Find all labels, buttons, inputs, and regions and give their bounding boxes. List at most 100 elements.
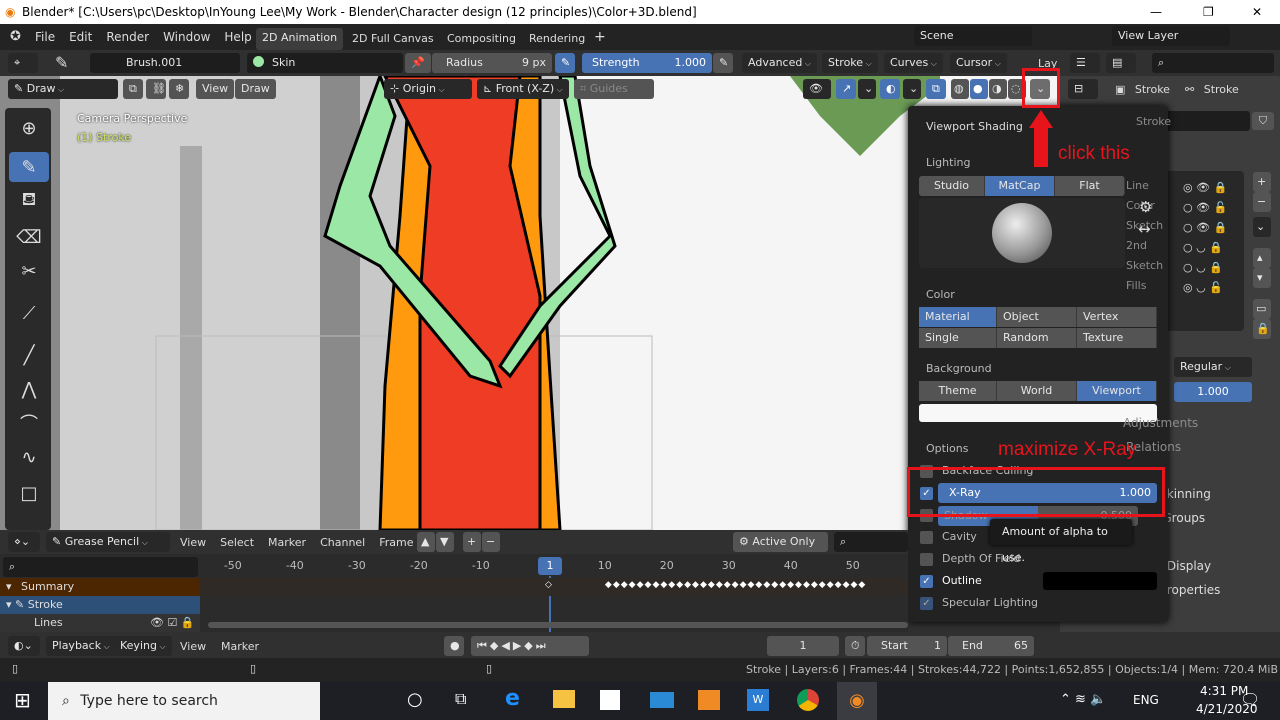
data-name-field-value[interactable]: Stroke xyxy=(1136,115,1171,128)
radius-pressure-icon[interactable]: ✎ xyxy=(555,53,575,73)
keying-dropdown[interactable]: Keying xyxy=(114,636,172,656)
record-button[interactable]: ● xyxy=(444,636,464,656)
menu-select[interactable]: Select xyxy=(220,536,254,549)
specular-lighting-checkbox[interactable]: ✓ Specular Lighting xyxy=(920,594,1038,612)
end-frame-field[interactable]: End 65 xyxy=(948,636,1034,656)
language-indicator[interactable]: ENG xyxy=(1133,693,1159,707)
cursor-tool-icon[interactable]: ⊕ xyxy=(9,113,49,143)
gizmo-toggle[interactable]: ↗ xyxy=(836,79,856,99)
display-mode-dropdown[interactable]: ☰ xyxy=(1070,53,1100,73)
minimize-button[interactable]: — xyxy=(1150,0,1162,24)
scene-field[interactable]: Scene xyxy=(914,26,1032,46)
brush-field[interactable]: Brush.001 xyxy=(90,53,240,73)
lines-visibility-icons[interactable]: 👁 ☑ 🔒 xyxy=(150,614,195,632)
start-frame-field[interactable]: Start 1 xyxy=(867,636,947,656)
layer-name-sketch-2[interactable]: Sketch xyxy=(1126,259,1163,272)
channel-stroke[interactable]: ▾ ✎ Stroke xyxy=(0,596,200,614)
matcap-preview[interactable] xyxy=(919,198,1125,268)
viewport[interactable] xyxy=(0,76,1060,530)
cavity-checkbox[interactable]: Cavity xyxy=(920,528,977,546)
line-tool-icon[interactable]: ╱ xyxy=(9,340,49,370)
move-layer-down-button[interactable]: ▾ xyxy=(1253,268,1271,288)
remove-keyframe-layer-button[interactable]: − xyxy=(482,532,500,552)
material-field[interactable]: Skin xyxy=(247,53,403,73)
grease-pencil-mode-dropdown[interactable]: ✎ Grease Pencil xyxy=(46,532,170,552)
layer-name-fills[interactable]: Fills xyxy=(1126,279,1146,292)
color-vertex[interactable]: Vertex xyxy=(1077,307,1157,327)
add-layer-button[interactable]: + xyxy=(1253,172,1271,192)
draw-tool-icon[interactable]: ✎ xyxy=(9,152,49,182)
outliner-search[interactable]: ⌕ xyxy=(1152,53,1274,73)
erase-tool-icon[interactable]: ⌫ xyxy=(9,222,49,252)
file-explorer-icon[interactable] xyxy=(553,690,575,708)
playback-view-menu[interactable]: View xyxy=(180,640,206,653)
channel-lines[interactable]: Lines 👁 ☑ 🔒 xyxy=(0,614,200,632)
outline-color-swatch[interactable] xyxy=(1043,572,1157,590)
menu-window[interactable]: Window xyxy=(163,30,210,44)
add-keyframe-layer-button[interactable]: + xyxy=(463,532,481,552)
lighting-studio[interactable]: Studio xyxy=(919,176,985,196)
strength-pressure-icon[interactable]: ✎ xyxy=(713,53,733,73)
maximize-button[interactable]: ❐ xyxy=(1203,0,1214,24)
layer-row-icons[interactable]: ◎ 👁 🔒 ○ 👁 🔓 ○ 👁 🔒 ○ ◡ 🔒 ○ ◡ 🔒 ◎ ◡ 🔓 xyxy=(1183,178,1227,298)
shading-material[interactable]: ◑ xyxy=(989,79,1007,99)
task-view-icon[interactable]: ⧉ xyxy=(455,689,466,709)
start-button[interactable]: ⊞ xyxy=(14,688,31,712)
curves-dropdown[interactable]: Curves xyxy=(884,53,943,73)
opacity-field[interactable]: 1.000 xyxy=(1174,382,1252,402)
notification-icon[interactable]: 🗨 xyxy=(1240,690,1260,709)
menu-view[interactable]: View xyxy=(180,536,206,549)
tab-2d-full-canvas[interactable]: 2D Full Canvas xyxy=(352,32,434,45)
cursor-dropdown[interactable]: Cursor xyxy=(950,53,1007,73)
menu-channel[interactable]: Channel xyxy=(320,536,365,549)
arc-tool-icon[interactable]: ⌒ xyxy=(9,408,49,438)
dopesheet-filter-search[interactable]: ⌕ xyxy=(834,532,908,552)
autoweight-icon[interactable]: ⛓ xyxy=(146,79,166,99)
strength-field[interactable]: Strength 1.000 xyxy=(582,53,712,73)
properties-editor-dropdown[interactable]: ⊟ xyxy=(1068,79,1098,99)
plane-dropdown[interactable]: ⊾ Front (X-Z) xyxy=(477,79,569,99)
keyframes[interactable]: ◇ ◆◆◆◆◆◆◆◆◆◆◆◆◆◆◆◆◆◆◆◆◆◆◆◆◆◆◆◆◆◆◆◆◆ xyxy=(545,580,866,590)
color-texture[interactable]: Texture xyxy=(1077,328,1157,348)
blend-dropdown[interactable]: Regular xyxy=(1174,357,1252,377)
shading-solid[interactable]: ● xyxy=(970,79,988,99)
menu-frame[interactable]: Frame xyxy=(379,536,413,549)
playback-marker-menu[interactable]: Marker xyxy=(221,640,259,653)
background-viewport[interactable]: Viewport xyxy=(1077,381,1157,401)
layer-specials-button[interactable]: ⌄ xyxy=(1253,217,1271,237)
shading-wireframe[interactable]: ◍ xyxy=(951,79,969,99)
layer-name-2nd[interactable]: 2nd xyxy=(1126,239,1147,252)
taskbar-search[interactable]: ⌕ Type here to search xyxy=(48,682,320,720)
word-icon[interactable]: W xyxy=(747,689,769,711)
menu-edit[interactable]: Edit xyxy=(69,30,92,44)
system-tray-icons[interactable]: ⌃ ≋ 🔈 xyxy=(1060,692,1106,707)
playback-dropdown[interactable]: Playback xyxy=(46,636,116,656)
snowflake-icon[interactable]: ❄ xyxy=(169,79,189,99)
visibility-dropdown[interactable]: 👁 xyxy=(803,79,831,99)
media-player-icon[interactable] xyxy=(698,690,720,710)
view-menu[interactable]: View xyxy=(196,79,235,99)
color-material[interactable]: Material xyxy=(919,307,997,327)
channel-summary[interactable]: ▾ Summary xyxy=(0,578,200,596)
blender-taskbar-icon[interactable]: ◉ xyxy=(837,682,877,720)
polyline-tool-icon[interactable]: ⋀ xyxy=(9,374,49,404)
layer-up-button[interactable]: ▲ xyxy=(417,532,435,552)
editor-type-dropdown[interactable]: ⋄⌄ xyxy=(8,532,40,552)
multiframe-icon[interactable]: ⧉ xyxy=(123,79,143,99)
fill-tool-icon[interactable]: ⛾ xyxy=(9,186,49,216)
box-tool-icon[interactable]: □ xyxy=(9,478,49,508)
matcap-gear-icon[interactable]: ⚙ xyxy=(1139,198,1152,216)
mode-icon-button[interactable]: ⌖ xyxy=(8,53,38,73)
preview-range-icon[interactable]: ⏱ xyxy=(845,636,865,656)
menu-render[interactable]: Render xyxy=(106,30,149,44)
close-button[interactable]: ✕ xyxy=(1252,0,1262,24)
origin-dropdown[interactable]: ⊹ Origin xyxy=(384,79,472,99)
guides-toggle[interactable]: ⌗ Guides xyxy=(574,79,654,99)
blender-menu-icon[interactable]: ✪ xyxy=(10,29,21,44)
draw-mode-dropdown[interactable]: ✎ Draw xyxy=(8,79,118,99)
move-layer-up-button[interactable]: ▴ xyxy=(1253,248,1271,268)
channel-search[interactable]: ⌕ xyxy=(3,557,198,577)
data-shield-icon[interactable]: ⛉ xyxy=(1252,112,1274,130)
lighting-matcap[interactable]: MatCap xyxy=(985,176,1055,196)
cortana-icon[interactable]: ○ xyxy=(407,689,423,710)
